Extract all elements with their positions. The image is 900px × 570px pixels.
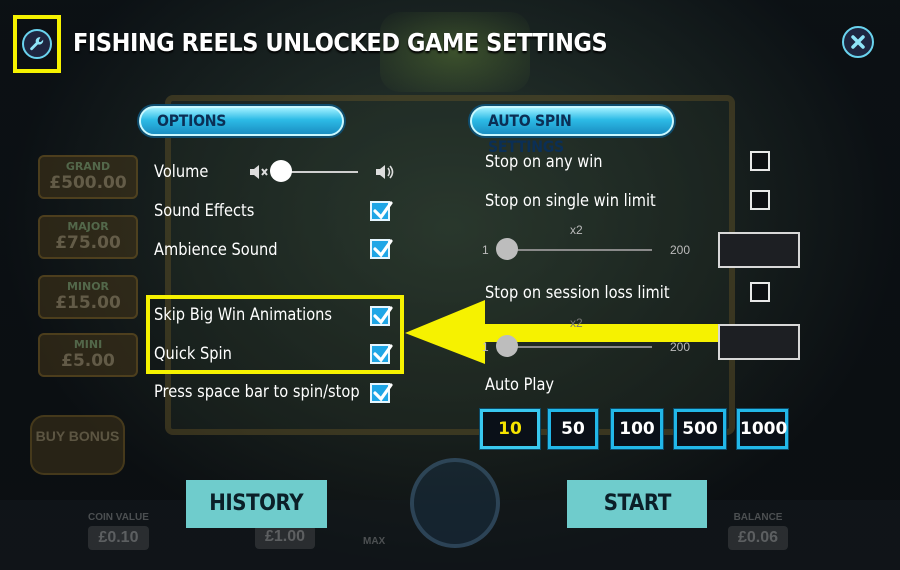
ambience-sound-checkbox[interactable]	[370, 239, 393, 259]
buy-bonus-button: BUY BONUS	[30, 415, 125, 475]
ambience-sound-label: Ambience Sound	[154, 240, 278, 260]
jackpot-major: MAJOR £75.00	[38, 215, 138, 259]
session-loss-value-box[interactable]	[718, 324, 800, 360]
stop-session-loss-label: Stop on session loss limit	[485, 283, 670, 303]
coin-value: £0.10	[88, 526, 149, 550]
single-win-knob[interactable]	[496, 238, 518, 260]
single-win-track[interactable]	[497, 249, 652, 251]
sound-effects-checkbox[interactable]	[370, 201, 393, 221]
stop-single-win-label: Stop on single win limit	[485, 191, 656, 211]
coin-value-label: COIN VALUE	[88, 512, 149, 523]
jackpot-value: £500.00	[49, 173, 127, 193]
session-loss-min: 1	[482, 340, 489, 354]
jackpot-name: GRAND	[65, 160, 111, 173]
session-loss-knob[interactable]	[496, 335, 518, 357]
session-loss-max: 200	[670, 340, 691, 354]
options-header: OPTIONS	[139, 106, 344, 136]
jackpot-grand: GRAND £500.00	[38, 155, 138, 199]
quick-spin-label: Quick Spin	[154, 344, 232, 364]
check-icon	[373, 201, 393, 220]
quick-spin-checkbox[interactable]	[370, 344, 393, 364]
stop-single-win-checkbox[interactable]	[750, 190, 770, 210]
auto-play-option-500[interactable]: 500	[674, 409, 726, 449]
jackpot-name: MINI	[73, 338, 103, 351]
balance-label: BALANCE	[733, 512, 783, 523]
volume-mute-icon[interactable]	[249, 163, 269, 181]
highlight-arrow-icon	[405, 300, 723, 364]
coin-value-stat: COIN VALUE £0.10	[88, 512, 149, 550]
jackpot-minor: MINOR £15.00	[38, 275, 138, 319]
auto-play-option-50[interactable]: 50	[548, 409, 598, 449]
session-loss-multiplier: x2	[570, 316, 583, 330]
stop-any-win-checkbox[interactable]	[750, 151, 770, 171]
stop-any-win-label: Stop on any win	[485, 152, 603, 172]
settings-icon-highlight[interactable]	[13, 15, 61, 73]
auto-spin-header: AUTO SPIN SETTINGS	[470, 106, 674, 156]
close-button[interactable]	[842, 26, 874, 58]
jackpot-name: MAJOR	[67, 220, 109, 233]
skip-big-win-label: Skip Big Win Animations	[154, 305, 333, 325]
volume-max-icon[interactable]	[375, 163, 395, 181]
space-bar-label: Press space bar to spin/stop	[154, 382, 360, 402]
bet-value: £1.00	[255, 525, 316, 549]
start-button-label: START	[603, 491, 671, 516]
auto-play-option-100[interactable]: 100	[611, 409, 663, 449]
single-win-max: 200	[670, 243, 691, 257]
max-label: MAX	[363, 536, 386, 547]
check-icon	[373, 383, 393, 402]
single-win-multiplier: x2	[570, 223, 583, 237]
max-stat: MAX	[363, 536, 385, 547]
check-icon	[373, 344, 393, 363]
spin-button-bg	[410, 458, 500, 548]
close-icon	[851, 35, 865, 49]
sound-effects-label: Sound Effects	[154, 201, 255, 221]
jackpot-value: £15.00	[55, 293, 121, 313]
auto-play-label: Auto Play	[485, 375, 555, 395]
auto-play-option-10[interactable]: 10	[480, 409, 540, 449]
history-button[interactable]: HISTORY	[186, 480, 327, 528]
wrench-icon	[22, 29, 52, 59]
volume-slider-knob[interactable]	[270, 160, 292, 182]
check-icon	[373, 239, 393, 258]
volume-label: Volume	[154, 162, 209, 182]
jackpot-mini: MINI £5.00	[38, 333, 138, 377]
jackpot-value: £75.00	[55, 233, 121, 253]
options-header-label: OPTIONS	[157, 111, 227, 130]
balance-value: £0.06	[728, 526, 789, 550]
auto-play-option-1000[interactable]: 1000	[737, 409, 788, 449]
jackpot-name: MINOR	[66, 280, 110, 293]
skip-big-win-checkbox[interactable]	[370, 306, 393, 326]
space-bar-checkbox[interactable]	[370, 383, 393, 403]
history-button-label: HISTORY	[209, 491, 304, 516]
check-icon	[373, 306, 393, 325]
start-button[interactable]: START	[567, 480, 707, 528]
page-title: FISHING REELS UNLOCKED GAME SETTINGS	[73, 28, 608, 57]
single-win-min: 1	[482, 243, 489, 257]
balance-stat: BALANCE £0.06	[728, 512, 789, 550]
jackpot-value: £5.00	[61, 351, 115, 371]
stop-session-loss-checkbox[interactable]	[750, 282, 770, 302]
single-win-value-box[interactable]	[718, 232, 800, 268]
session-loss-track[interactable]	[497, 346, 652, 348]
